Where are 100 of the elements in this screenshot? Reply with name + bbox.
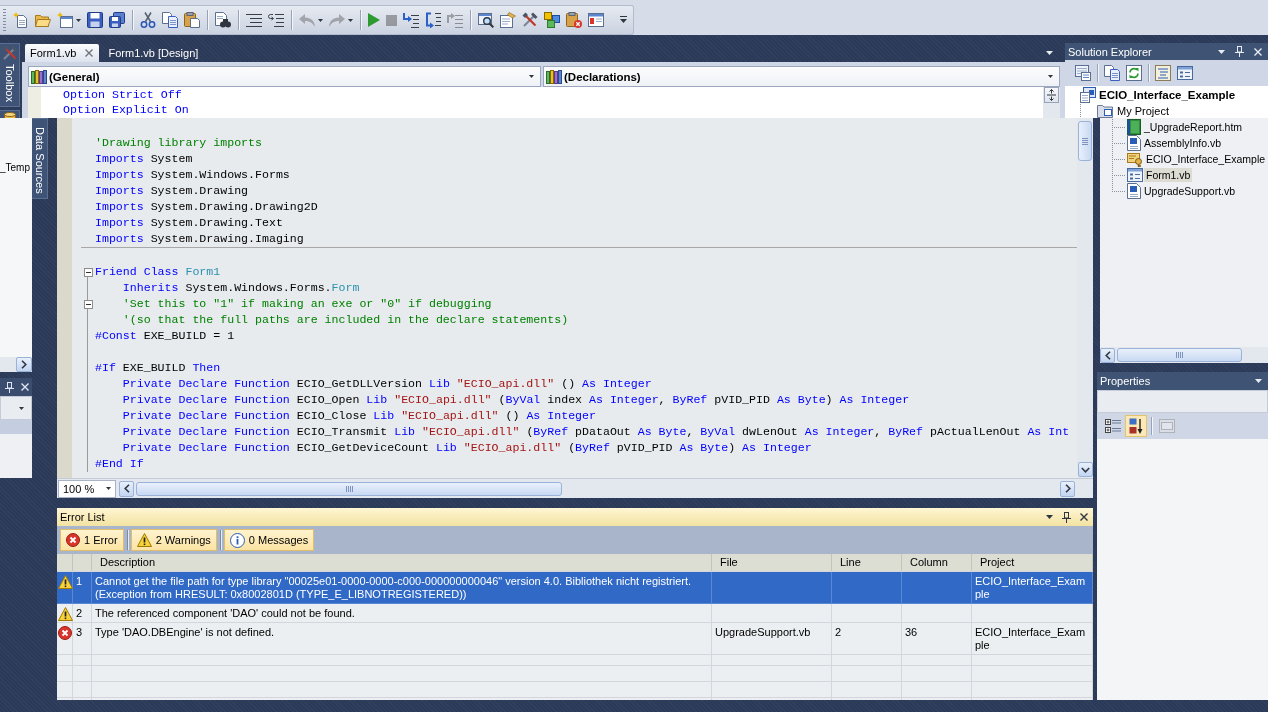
warning-icon (136, 533, 152, 547)
member-combo[interactable]: (Declarations) (543, 66, 1060, 87)
class-combo[interactable]: (General) (28, 66, 541, 87)
dropdown-icon[interactable] (1046, 50, 1053, 55)
show-all-files-button[interactable] (1101, 62, 1123, 84)
code-line: Private Declare Function ECIO_GetDLLVersion Lib "ECIO_api.dll" () As Integer (121, 376, 652, 392)
tree-item[interactable]: UpgradeSupport.vb (1142, 184, 1238, 198)
form-icon (1177, 66, 1193, 80)
horizontal-scrollbar[interactable] (1100, 347, 1268, 363)
scroll-thumb[interactable] (136, 481, 562, 496)
alphabetical-button[interactable] (1125, 415, 1147, 437)
close-icon[interactable] (1080, 513, 1088, 521)
refresh-button[interactable] (1123, 62, 1145, 84)
scroll-thumb[interactable] (1078, 121, 1092, 161)
vertical-scrollbar[interactable] (1077, 118, 1093, 478)
save-button[interactable] (84, 9, 106, 31)
column-header[interactable]: Column (902, 554, 972, 571)
dropdown-icon[interactable] (1218, 49, 1225, 54)
property-grid (0, 434, 32, 478)
split-icon (1047, 89, 1056, 101)
list-item[interactable]: _Temp (0, 162, 30, 174)
code-line: 'Drawing library imports (95, 135, 262, 151)
toolbar-button[interactable] (497, 9, 519, 31)
pin-icon[interactable] (1062, 511, 1071, 523)
line-cell: 2 (835, 626, 842, 638)
errors-filter-button[interactable]: 1 Error (60, 529, 124, 551)
document-tab[interactable]: Form1.vb (25, 44, 100, 62)
column-header[interactable]: Project (972, 554, 1093, 571)
code-line: Private Declare Function ECIO_GetDeviceCount Lib "ECIO_api.dll" (ByRef pVID_PID As Byte) As Integer (121, 440, 812, 456)
lines-arrow-icon (268, 12, 284, 28)
collapse-icon[interactable] (83, 267, 93, 277)
stop-icon (386, 14, 397, 26)
dropdown-icon[interactable] (1046, 515, 1053, 519)
documents-icon (1104, 65, 1120, 81)
grip-icon (1176, 352, 1183, 358)
tree-item[interactable]: My Project (1116, 104, 1170, 118)
form-icon (1127, 168, 1143, 182)
properties-button[interactable] (1072, 62, 1094, 84)
tree-item[interactable]: AssemblyInfo.vb (1142, 136, 1224, 150)
floppy-disks-icon (109, 12, 125, 28)
code-file-icon (1127, 183, 1141, 199)
chevron-left-icon (123, 484, 130, 493)
scroll-thumb[interactable] (1117, 348, 1242, 362)
paste-button[interactable] (181, 9, 203, 31)
chevron-icon (620, 16, 627, 24)
warnings-filter-button[interactable]: 2 Warnings (130, 529, 217, 551)
certificate-key-icon (1127, 151, 1143, 167)
binoculars-icon (215, 12, 231, 28)
tree-item[interactable]: ECIO_Interface_Example (1098, 89, 1237, 101)
tools-icon (522, 12, 538, 28)
horizontal-scrollbar[interactable] (0, 357, 32, 372)
view-code-button[interactable] (1152, 62, 1174, 84)
arrow-lines-icon (403, 12, 419, 28)
books-icon (546, 69, 562, 84)
chevron-down-icon (1080, 466, 1090, 473)
code-line: Option Strict Off (63, 87, 182, 102)
chevron-left-icon (1104, 350, 1111, 360)
scroll-left-button[interactable] (1100, 347, 1115, 363)
search-icon (478, 12, 494, 28)
grip-icon (345, 485, 353, 492)
toolbar-button[interactable] (563, 9, 585, 31)
error-row[interactable]: 3 Type 'DAO.DBEngine' is not defined. UpgradeSupport.vb 2 36 ECIO_Interface_Example (57, 623, 1093, 655)
save-all-button[interactable] (106, 9, 128, 31)
dropdown-icon[interactable] (1255, 379, 1262, 383)
scroll-left-button[interactable] (119, 480, 134, 497)
data-sources-tab[interactable]: Data Sources (32, 118, 48, 199)
scroll-right-button[interactable] (1060, 480, 1075, 497)
code-line: 'Set this to "1" if making an exe or "0" if debugging (121, 296, 492, 312)
toolbar-grip[interactable] (3, 9, 6, 31)
column-header[interactable]: File (712, 554, 832, 571)
code-line: Inherits System.Windows.Forms.Form (121, 280, 360, 296)
tree-item[interactable]: Form1.vb (1144, 168, 1193, 182)
collapse-icon[interactable] (83, 299, 93, 309)
code-line: Imports System.Drawing.Text (95, 215, 283, 231)
error-icon (66, 533, 80, 547)
tree-item[interactable]: ECIO_Interface_Example (1144, 152, 1268, 166)
error-row[interactable]: 2 The referenced component 'DAO' could not be found. (57, 604, 1093, 623)
tree-item[interactable]: _UpgradeReport.htm (1142, 120, 1245, 134)
toolbox-tab[interactable]: Toolbox (0, 43, 20, 107)
column-header[interactable]: Line (832, 554, 902, 571)
project-cell: ECIO_Interface_Example (975, 626, 1086, 651)
error-row[interactable] (57, 572, 1093, 604)
messages-filter-button[interactable]: 0 Messages (223, 529, 315, 551)
column-header[interactable]: Description (92, 554, 712, 571)
scroll-right-button[interactable] (16, 357, 32, 372)
toolbar-button[interactable] (541, 9, 563, 31)
panel-title: Solution Explorer (1068, 45, 1153, 58)
code-line: Private Declare Function ECIO_Close Lib "ECIO_api.dll" () As Integer (121, 408, 596, 424)
code-line: Imports System (95, 151, 193, 167)
folder-icon (35, 12, 51, 28)
copy-button[interactable] (159, 9, 181, 31)
scroll-down-button[interactable] (1077, 462, 1093, 477)
caret-icon (529, 75, 534, 78)
code-line: Private Declare Function ECIO_Transmit Lib "ECIO_api.dll" (ByRef pDataOut As Byte, ByVal dwLenOut As Integer, ByRef pActualLenOut As Int (121, 424, 1070, 440)
document-tab[interactable]: Form1.vb [Design] (103, 44, 205, 62)
caret-icon (19, 406, 24, 410)
document-star-icon (13, 12, 29, 28)
split-button[interactable] (1044, 87, 1059, 103)
vertical-scrollbar[interactable] (1043, 87, 1060, 118)
zoom-combo[interactable]: 100 % (58, 479, 116, 498)
